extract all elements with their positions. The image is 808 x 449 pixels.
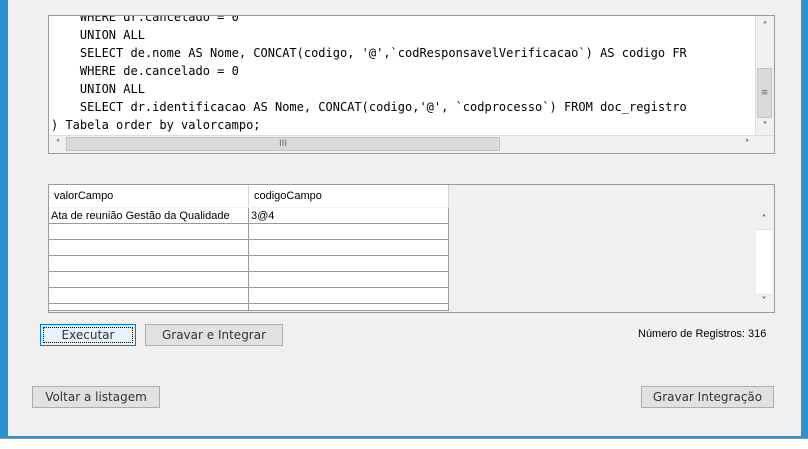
table-cell[interactable] [249, 304, 449, 311]
code-line: ) Tabela order by valorcampo; [51, 118, 261, 132]
gravar-integrar-button[interactable]: Gravar e Integrar [145, 324, 283, 346]
editor-horizontal-scrollbar[interactable]: ˂ III ˃ [49, 135, 774, 153]
code-line: WHERE dr.cancelado = 0 [51, 16, 239, 24]
down-arrow-icon[interactable]: ˅ [756, 293, 772, 309]
table-cell[interactable] [249, 256, 449, 272]
results-grid[interactable]: valorCampo codigoCampo Ata de reunião Ge… [48, 184, 775, 313]
scrollbar-track[interactable] [756, 229, 772, 295]
code-line: UNION ALL [51, 82, 145, 96]
table-cell[interactable] [249, 224, 449, 240]
grid-vertical-scrollbar[interactable]: ˄ ˅ [755, 207, 773, 311]
code-line: SELECT dr.identificacao AS Nome, CONCAT(… [51, 100, 687, 114]
bottom-strip [0, 438, 808, 449]
left-arrow-icon[interactable]: ˂ [50, 136, 66, 152]
table-cell[interactable] [49, 256, 249, 272]
table-cell[interactable]: 3@4 [249, 208, 449, 224]
gravar-integracao-button[interactable]: Gravar Integração [641, 386, 774, 408]
table-cell[interactable] [249, 288, 449, 304]
column-header-codigocampo[interactable]: codigoCampo [249, 185, 449, 207]
table-cell[interactable] [49, 272, 249, 288]
table-cell[interactable] [49, 304, 249, 311]
table-cell[interactable] [49, 240, 249, 256]
scroll-grip-icon[interactable]: ≡ [757, 68, 772, 118]
right-arrow-icon[interactable]: ˃ [739, 136, 755, 152]
table-cell[interactable] [49, 224, 249, 240]
code-line: SELECT de.nome AS Nome, CONCAT(codigo, '… [51, 46, 687, 60]
up-arrow-icon[interactable]: ˄ [756, 211, 772, 227]
code-line: WHERE de.cancelado = 0 [51, 64, 239, 78]
table-cell[interactable]: Ata de reunião Gestão da Qualidade [49, 208, 249, 224]
scroll-grip-icon[interactable]: III [66, 137, 500, 151]
down-arrow-icon[interactable]: ˅ [757, 118, 773, 134]
voltar-listagem-button[interactable]: Voltar a listagem [32, 386, 160, 408]
column-header-valorcampo[interactable]: valorCampo [49, 185, 249, 207]
executar-button[interactable]: Executar [40, 324, 136, 346]
record-count: Número de Registros: 316 [638, 328, 767, 340]
table-cell[interactable] [249, 272, 449, 288]
editor-vertical-scrollbar[interactable]: ˄ ≡ ˅ [755, 16, 774, 136]
table-cell[interactable] [249, 240, 449, 256]
main-panel: WHERE dr.cancelado = 0 UNION ALL SELECT … [8, 0, 801, 436]
sql-code-area[interactable]: WHERE dr.cancelado = 0 UNION ALL SELECT … [49, 16, 755, 136]
code-line: UNION ALL [51, 28, 145, 42]
table-cell[interactable] [49, 288, 249, 304]
up-arrow-icon[interactable]: ˄ [757, 18, 773, 34]
sql-editor[interactable]: WHERE dr.cancelado = 0 UNION ALL SELECT … [48, 15, 775, 154]
